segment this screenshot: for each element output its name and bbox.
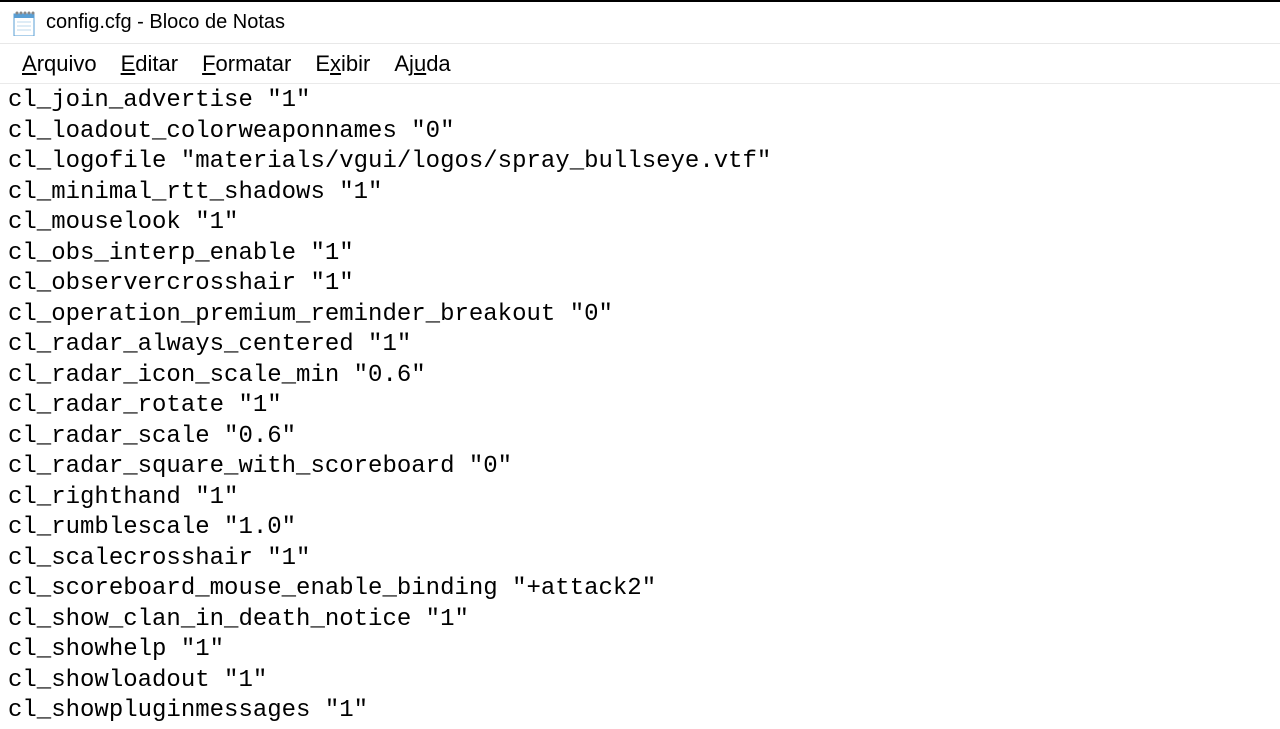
text-line: cl_righthand "1": [8, 483, 1272, 514]
menu-editar[interactable]: Editar: [109, 49, 190, 79]
text-line: cl_operation_premium_reminder_breakout "…: [8, 300, 1272, 331]
notepad-icon: [12, 10, 36, 36]
menu-exibir[interactable]: Exibir: [303, 49, 382, 79]
text-line: cl_showhelp "1": [8, 635, 1272, 666]
text-line: cl_showpluginmessages "1": [8, 696, 1272, 727]
text-line: cl_radar_rotate "1": [8, 391, 1272, 422]
text-line: cl_observercrosshair "1": [8, 269, 1272, 300]
text-line: cl_rumblescale "1.0": [8, 513, 1272, 544]
text-line: cl_logofile "materials/vgui/logos/spray_…: [8, 147, 1272, 178]
text-line: cl_show_clan_in_death_notice "1": [8, 605, 1272, 636]
text-line: cl_mouselook "1": [8, 208, 1272, 239]
text-line: cl_radar_always_centered "1": [8, 330, 1272, 361]
titlebar: config.cfg - Bloco de Notas: [0, 2, 1280, 44]
window-title: config.cfg - Bloco de Notas: [46, 11, 285, 34]
text-line: cl_scalecrosshair "1": [8, 544, 1272, 575]
text-line: cl_loadout_colorweaponnames "0": [8, 117, 1272, 148]
text-line: cl_showloadout "1": [8, 666, 1272, 697]
menu-arquivo[interactable]: Arquivo: [10, 49, 109, 79]
menu-ajuda[interactable]: Ajuda: [382, 49, 462, 79]
text-line: cl_obs_interp_enable "1": [8, 239, 1272, 270]
menu-formatar[interactable]: Formatar: [190, 49, 303, 79]
text-line: cl_scoreboard_mouse_enable_binding "+att…: [8, 574, 1272, 605]
text-line: cl_radar_scale "0.6": [8, 422, 1272, 453]
text-line: cl_minimal_rtt_shadows "1": [8, 178, 1272, 209]
text-line: cl_join_advertise "1": [8, 86, 1272, 117]
text-line: cl_radar_icon_scale_min "0.6": [8, 361, 1272, 392]
text-editor-content[interactable]: cl_join_advertise "1"cl_loadout_colorwea…: [0, 84, 1280, 729]
text-line: cl_radar_square_with_scoreboard "0": [8, 452, 1272, 483]
menubar: Arquivo Editar Formatar Exibir Ajuda: [0, 44, 1280, 84]
